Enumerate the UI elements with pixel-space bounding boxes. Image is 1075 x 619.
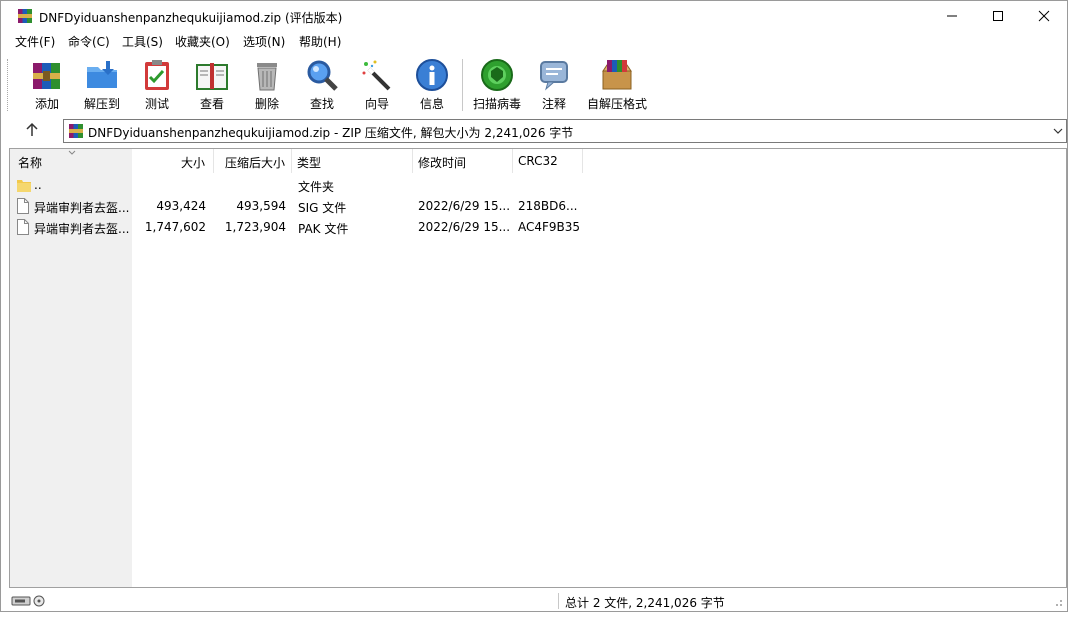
row-type: 文件夹	[298, 180, 335, 194]
add-label: 添加	[34, 97, 59, 111]
row-type: SIG 文件	[298, 201, 347, 215]
column-name[interactable]: 名称	[18, 154, 42, 171]
column-packed-size[interactable]: 压缩后大小	[225, 154, 285, 171]
row-name: 异端审判者去盔...	[34, 201, 130, 215]
close-button[interactable]	[1021, 1, 1067, 31]
row-crc32: AC4F9B35	[518, 220, 581, 234]
resize-grip-icon[interactable]	[1053, 597, 1063, 607]
row-packed-size: 1,723,904	[224, 220, 286, 234]
sfx-label: 自解压格式	[586, 97, 647, 111]
virus-scan-icon	[481, 59, 513, 91]
view-button[interactable]: 查看	[186, 53, 238, 112]
menu-bar: 文件(F) 命令(C) 工具(S) 收藏夹(O) 选项(N) 帮助(H)	[1, 31, 1067, 51]
comment-icon	[540, 61, 568, 91]
zip-archive-icon	[69, 124, 83, 138]
info-label: 信息	[419, 97, 444, 111]
list-header: 名称 大小 压缩后大小 类型 修改时间 CRC32	[10, 149, 1066, 173]
up-arrow-icon[interactable]	[23, 121, 41, 139]
menu-help[interactable]: 帮助(H)	[299, 33, 341, 50]
header-divider	[582, 149, 583, 173]
window-title: DNFDyiduanshenpanzhequkuijiamod.zip (评估版…	[39, 11, 343, 25]
extract-to-label: 解压到	[83, 97, 120, 111]
file-icon	[17, 198, 29, 214]
winrar-window: DNFDyiduanshenpanzhequkuijiamod.zip (评估版…	[0, 0, 1068, 612]
folder-icon	[17, 180, 31, 192]
test-clipboard-icon	[145, 60, 169, 90]
row-modified: 2022/6/29 15...	[418, 220, 511, 234]
row-type: PAK 文件	[298, 222, 349, 236]
sfx-button[interactable]: 自解压格式	[584, 53, 650, 112]
status-divider	[558, 593, 559, 609]
row-modified: 2022/6/29 15...	[418, 199, 511, 213]
trash-icon	[257, 63, 277, 91]
info-icon	[416, 59, 448, 91]
header-divider	[213, 149, 214, 173]
chevron-down-icon[interactable]	[1052, 124, 1064, 138]
magnifier-icon	[307, 60, 338, 91]
find-label: 查找	[309, 97, 334, 111]
column-size[interactable]: 大小	[181, 154, 205, 171]
row-packed-size: 493,594	[236, 199, 286, 213]
drive-icon	[11, 595, 45, 607]
row-size: 1,747,602	[144, 220, 206, 234]
header-divider	[512, 149, 513, 173]
delete-label: 删除	[254, 97, 279, 111]
address-bar: DNFDyiduanshenpanzhequkuijiamod.zip - ZI…	[1, 117, 1067, 145]
column-modified[interactable]: 修改时间	[418, 154, 466, 171]
extract-to-button[interactable]: 解压到	[76, 53, 128, 112]
test-button[interactable]: 测试	[131, 53, 183, 112]
wizard-label: 向导	[364, 97, 389, 111]
menu-file[interactable]: 文件(F)	[15, 33, 55, 50]
address-text: DNFDyiduanshenpanzhequkuijiamod.zip - ZI…	[88, 126, 574, 140]
toolbar: 添加 解压到 测试 查看 删除 查找 向导 信息 扫描病毒 注释 自解压格式	[1, 53, 1067, 115]
list-item-parent-folder[interactable]: .. 文件夹	[10, 175, 1066, 196]
extract-folder-icon	[87, 61, 117, 88]
file-list: 名称 大小 压缩后大小 类型 修改时间 CRC32 .. 文件夹 异端审判者去盔…	[9, 148, 1067, 588]
address-field[interactable]: DNFDyiduanshenpanzhequkuijiamod.zip - ZI…	[63, 119, 1067, 143]
add-button[interactable]: 添加	[21, 53, 73, 112]
magic-wand-icon	[362, 60, 391, 91]
find-button[interactable]: 查找	[296, 53, 348, 112]
scan-virus-button[interactable]: 扫描病毒	[468, 53, 526, 112]
view-book-icon	[196, 63, 228, 90]
list-item-file[interactable]: 异端审判者去盔... 493,424 493,594 SIG 文件 2022/6…	[10, 196, 1066, 217]
toolbar-separator	[462, 59, 463, 111]
status-bar: 总计 2 文件, 2,241,026 字节	[1, 591, 1067, 612]
title-bar: DNFDyiduanshenpanzhequkuijiamod.zip (评估版…	[1, 1, 1067, 31]
maximize-button[interactable]	[975, 1, 1021, 31]
view-label: 查看	[199, 97, 224, 111]
minimize-icon	[947, 15, 957, 17]
menu-options[interactable]: 选项(N)	[243, 33, 285, 50]
column-crc32[interactable]: CRC32	[518, 154, 558, 168]
test-label: 测试	[144, 97, 169, 111]
sort-chevron-icon	[68, 150, 76, 155]
close-icon	[1038, 10, 1050, 22]
list-item-file[interactable]: 异端审判者去盔... 1,747,602 1,723,904 PAK 文件 20…	[10, 217, 1066, 238]
winrar-app-icon	[18, 9, 32, 23]
header-divider	[412, 149, 413, 173]
minimize-button[interactable]	[929, 1, 975, 31]
menu-tools[interactable]: 工具(S)	[122, 33, 163, 50]
menu-commands[interactable]: 命令(C)	[68, 33, 110, 50]
row-crc32: 218BD6...	[518, 199, 578, 213]
scan-virus-label: 扫描病毒	[472, 97, 521, 111]
info-button[interactable]: 信息	[406, 53, 458, 112]
menu-favorites[interactable]: 收藏夹(O)	[175, 33, 230, 50]
file-icon	[17, 219, 29, 235]
sfx-box-icon	[602, 60, 632, 90]
wizard-button[interactable]: 向导	[351, 53, 403, 112]
delete-button[interactable]: 删除	[241, 53, 293, 112]
maximize-icon	[993, 11, 1003, 21]
add-archive-icon	[33, 63, 60, 89]
header-divider	[291, 149, 292, 173]
row-name: 异端审判者去盔...	[34, 222, 130, 236]
comment-label: 注释	[541, 97, 566, 111]
comment-button[interactable]: 注释	[528, 53, 580, 112]
row-size: 493,424	[156, 199, 206, 213]
column-type[interactable]: 类型	[297, 154, 321, 171]
status-summary: 总计 2 文件, 2,241,026 字节	[565, 596, 725, 610]
row-name: ..	[34, 178, 42, 192]
